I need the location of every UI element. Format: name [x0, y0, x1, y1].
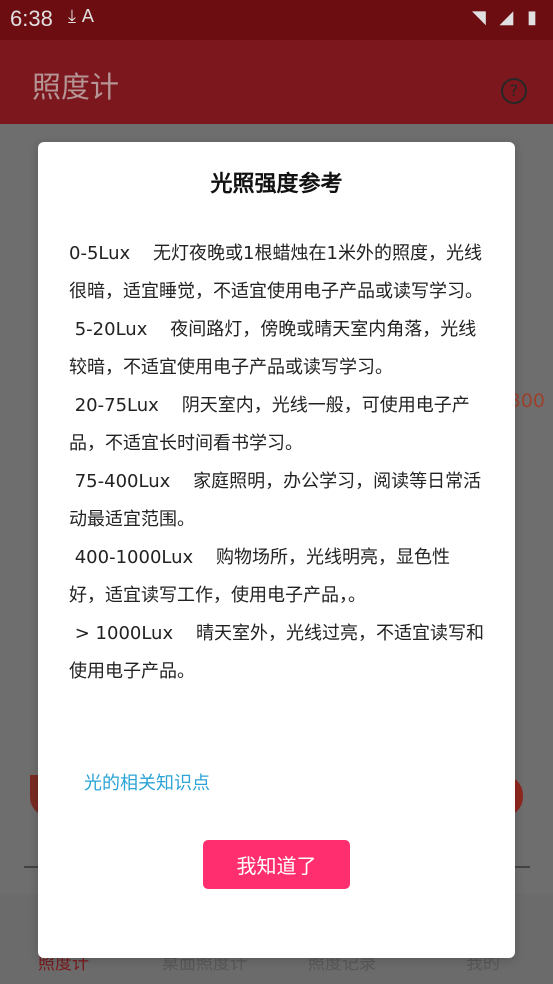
list-item: 20-75Lux 阴天室内，光线一般，可使用电子产品，不适宜长时间看书学习。	[69, 395, 470, 454]
light-reference-dialog: 光照强度参考 0-5Lux 无灯夜晚或1根蜡烛在1米外的照度，光线很暗，适宜睡觉…	[38, 142, 515, 958]
list-item: 75-400Lux 家庭照明，办公学习，阅读等日常活动最适宜范围。	[69, 471, 482, 530]
list-item: 400-1000Lux 购物场所，光线明亮，显色性好，适宜读写工作，使用电子产品…	[69, 547, 451, 606]
list-item: 0-5Lux 无灯夜晚或1根蜡烛在1米外的照度，光线很暗，适宜睡觉，不适宜使用电…	[69, 243, 483, 302]
light-knowledge-link[interactable]: 光的相关知识点	[84, 769, 210, 795]
confirm-button[interactable]: 我知道了	[203, 840, 350, 889]
list-item: 5-20Lux 夜间路灯，傍晚或晴天室内角落，光线较暗，不适宜使用电子产品或读写…	[69, 319, 477, 378]
dialog-title: 光照强度参考	[210, 172, 343, 197]
list-item: > 1000Lux 晴天室外，光线过亮，不适宜读写和使用电子产品。	[69, 623, 485, 682]
light-reference-list: 0-5Lux 无灯夜晚或1根蜡烛在1米外的照度，光线很暗，适宜睡觉，不适宜使用电…	[69, 235, 484, 691]
